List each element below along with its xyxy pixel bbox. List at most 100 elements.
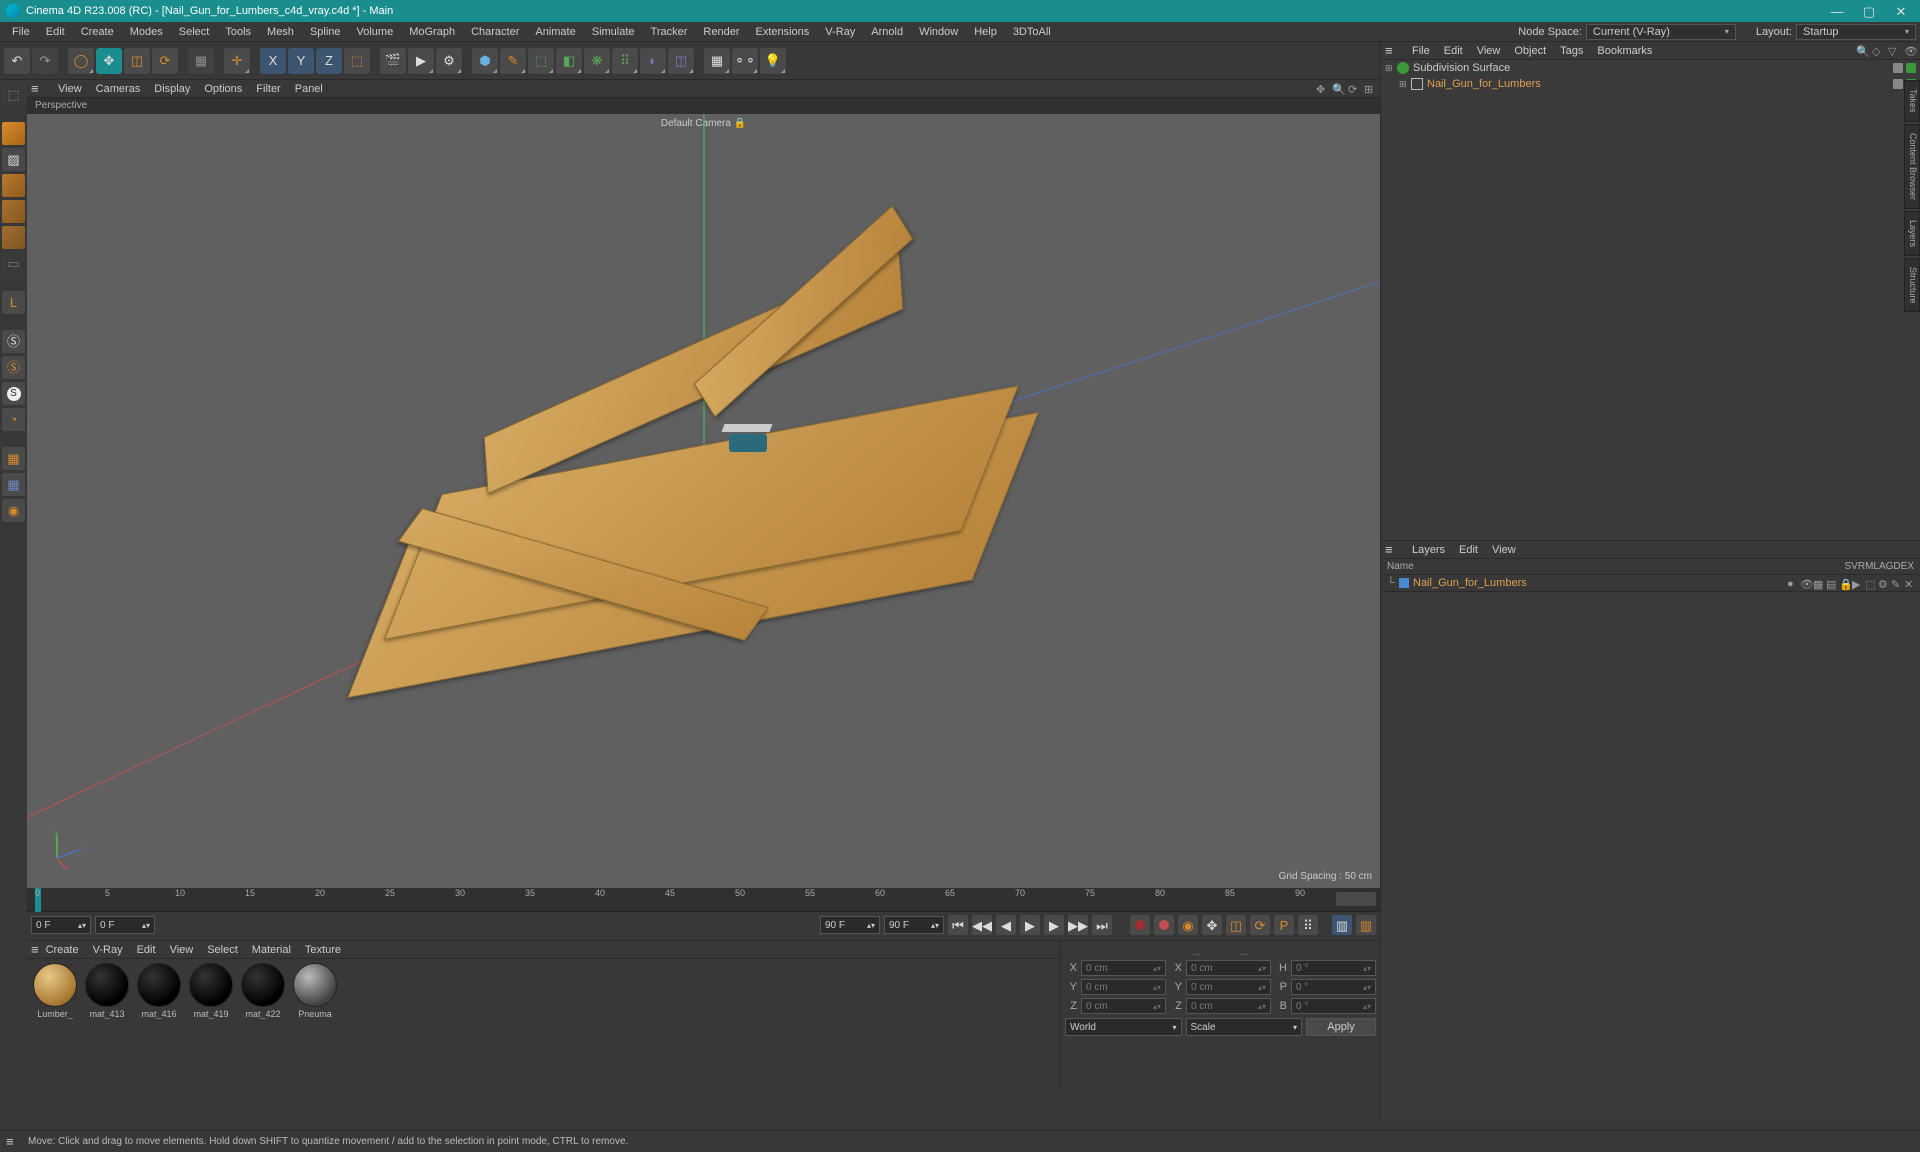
timeline-current-field[interactable]: 0 F▴▾ bbox=[95, 916, 155, 934]
close-button[interactable]: ✕ bbox=[1894, 4, 1908, 18]
point-mode-button[interactable] bbox=[2, 200, 25, 223]
material-item[interactable]: mat_422 bbox=[239, 963, 287, 1019]
undo-button[interactable]: ↶ bbox=[4, 48, 30, 74]
menu-volume[interactable]: Volume bbox=[349, 24, 402, 40]
snap-toggle-button[interactable]: Ⓢ bbox=[2, 330, 25, 353]
autokey-button[interactable] bbox=[1154, 915, 1174, 935]
layer-row[interactable]: └Nail_Gun_for_Lumbers●👁▦▤🔒▶⬚⚙✎✕ bbox=[1381, 575, 1920, 591]
menu-character[interactable]: Character bbox=[463, 24, 527, 40]
vp-menu-cameras[interactable]: Cameras bbox=[89, 82, 148, 96]
objmgr-view-icon[interactable]: ▽ bbox=[1888, 45, 1900, 57]
goto-start-button[interactable]: ⏮ bbox=[948, 915, 968, 935]
expand-icon[interactable]: ⊞ bbox=[1385, 63, 1397, 74]
key-scale-button[interactable]: ◫ bbox=[1226, 915, 1246, 935]
pos-x-field[interactable]: 0 cm▴▾ bbox=[1081, 960, 1166, 976]
menu-v-ray[interactable]: V-Ray bbox=[817, 24, 863, 40]
move-tool[interactable]: ✥ bbox=[96, 48, 122, 74]
layer-toggle-l[interactable]: 🔒 bbox=[1839, 578, 1849, 588]
render-view-button[interactable]: 🎬 bbox=[380, 48, 406, 74]
vp-rotate-icon[interactable]: ⟳ bbox=[1348, 83, 1360, 95]
layer-toggle-d[interactable]: ⚙ bbox=[1878, 578, 1888, 588]
add-light2-button[interactable]: 💡 bbox=[760, 48, 786, 74]
add-spline-button[interactable]: ✎ bbox=[500, 48, 526, 74]
object-row[interactable]: ⊞ Subdivision Surface bbox=[1381, 60, 1920, 76]
material-item[interactable]: mat_416 bbox=[135, 963, 183, 1019]
place-tool[interactable]: ✛ bbox=[224, 48, 250, 74]
expand-icon[interactable]: ⊞ bbox=[1399, 79, 1411, 90]
scale-tool[interactable]: ◫ bbox=[124, 48, 150, 74]
coord-system-button[interactable]: ⬚ bbox=[344, 48, 370, 74]
object-tag[interactable] bbox=[1893, 63, 1903, 73]
rot-b-field[interactable]: 0 °▴▾ bbox=[1291, 998, 1376, 1014]
objmgr-filter-icon[interactable]: ◇ bbox=[1872, 45, 1884, 57]
layer-col-a[interactable]: A bbox=[1879, 561, 1886, 572]
layer-col-r[interactable]: R bbox=[1858, 561, 1865, 572]
objmgr-menu-icon[interactable] bbox=[1385, 43, 1399, 58]
workplane-button[interactable]: ◔ bbox=[2, 408, 25, 431]
snap-settings-button[interactable]: Ⓢ bbox=[2, 356, 25, 379]
pos-y-field[interactable]: 0 cm▴▾ bbox=[1081, 979, 1166, 995]
object-tree[interactable]: ⊞Subdivision Surface⊞Nail_Gun_for_Lumber… bbox=[1381, 60, 1920, 540]
object-tag[interactable] bbox=[1906, 63, 1916, 73]
make-editable-button[interactable]: ⬚ bbox=[2, 83, 25, 106]
vp-maximize-icon[interactable]: ⊞ bbox=[1364, 83, 1376, 95]
side-tab-structure[interactable]: Structure bbox=[1904, 258, 1920, 313]
size-z-field[interactable]: 0 cm▴▾ bbox=[1186, 998, 1271, 1014]
viewport-solo-button[interactable]: ▦ bbox=[2, 447, 25, 470]
recent-tool[interactable]: ▦ bbox=[188, 48, 214, 74]
objmgr-menu-tags[interactable]: Tags bbox=[1553, 44, 1590, 58]
layer-col-x[interactable]: X bbox=[1907, 561, 1914, 572]
timeline-end-field[interactable]: 90 F▴▾ bbox=[820, 916, 880, 934]
menu-animate[interactable]: Animate bbox=[527, 24, 583, 40]
axis-y-toggle[interactable]: Y bbox=[288, 48, 314, 74]
layer-name[interactable]: Nail_Gun_for_Lumbers bbox=[1413, 577, 1787, 589]
minimize-button[interactable]: — bbox=[1830, 4, 1844, 18]
menu-select[interactable]: Select bbox=[171, 24, 218, 40]
object-name[interactable]: Subdivision Surface bbox=[1413, 62, 1893, 74]
render-settings-button[interactable]: ⚙ bbox=[436, 48, 462, 74]
vp-menu-display[interactable]: Display bbox=[147, 82, 197, 96]
add-camera-button[interactable]: ▦ bbox=[704, 48, 730, 74]
objmgr-menu-view[interactable]: View bbox=[1470, 44, 1508, 58]
layer-toggle-e[interactable]: ✎ bbox=[1891, 578, 1901, 588]
timeline-endmax-field[interactable]: 90 F▴▾ bbox=[884, 916, 944, 934]
objmgr-search-icon[interactable]: 🔍 bbox=[1856, 45, 1868, 57]
add-scene-button[interactable]: ◫ bbox=[668, 48, 694, 74]
layers-menu-view[interactable]: View bbox=[1485, 543, 1523, 557]
object-name[interactable]: Nail_Gun_for_Lumbers bbox=[1427, 78, 1893, 90]
menu-file[interactable]: File bbox=[4, 24, 38, 40]
mat-menu-create[interactable]: Create bbox=[39, 943, 86, 957]
object-mode-button[interactable] bbox=[2, 174, 25, 197]
node-space-dropdown[interactable]: Current (V-Ray)▾ bbox=[1586, 24, 1736, 40]
objmgr-menu-edit[interactable]: Edit bbox=[1437, 44, 1470, 58]
menu-arnold[interactable]: Arnold bbox=[863, 24, 911, 40]
size-mode-dropdown[interactable]: Scale▾ bbox=[1186, 1018, 1303, 1036]
menu-help[interactable]: Help bbox=[966, 24, 1005, 40]
menu-edit[interactable]: Edit bbox=[38, 24, 73, 40]
axis-z-toggle[interactable]: Z bbox=[316, 48, 342, 74]
add-mograph-button[interactable]: ⠿ bbox=[612, 48, 638, 74]
menu-tracker[interactable]: Tracker bbox=[643, 24, 696, 40]
play-button[interactable]: ▶ bbox=[1020, 915, 1040, 935]
vp-menu-options[interactable]: Options bbox=[197, 82, 249, 96]
texture-mode-button[interactable]: ▨ bbox=[2, 148, 25, 171]
menu-window[interactable]: Window bbox=[911, 24, 966, 40]
mat-menu-view[interactable]: View bbox=[163, 943, 201, 957]
rotate-tool[interactable]: ⟳ bbox=[152, 48, 178, 74]
snap-3d-button[interactable]: S bbox=[2, 382, 25, 405]
layer-col-d[interactable]: D bbox=[1893, 561, 1900, 572]
material-item[interactable]: Lumber_ bbox=[31, 963, 79, 1019]
mat-menu-material[interactable]: Material bbox=[245, 943, 298, 957]
menu-modes[interactable]: Modes bbox=[122, 24, 171, 40]
side-tab-takes[interactable]: Takes bbox=[1904, 80, 1920, 122]
size-y-field[interactable]: 0 cm▴▾ bbox=[1186, 979, 1271, 995]
vp-zoom-icon[interactable]: 🔍 bbox=[1332, 83, 1344, 95]
layers-menu-edit[interactable]: Edit bbox=[1452, 543, 1485, 557]
object-row[interactable]: ⊞ Nail_Gun_for_Lumbers bbox=[1381, 76, 1920, 92]
timeline-opt2-button[interactable]: ▥ bbox=[1356, 915, 1376, 935]
prev-key-button[interactable]: ◀◀ bbox=[972, 915, 992, 935]
side-tab-content-browser[interactable]: Content Browser bbox=[1904, 124, 1920, 209]
record-button[interactable] bbox=[1130, 915, 1150, 935]
key-pos-button[interactable]: ✥ bbox=[1202, 915, 1222, 935]
keyframe-sel-button[interactable]: ◉ bbox=[1178, 915, 1198, 935]
